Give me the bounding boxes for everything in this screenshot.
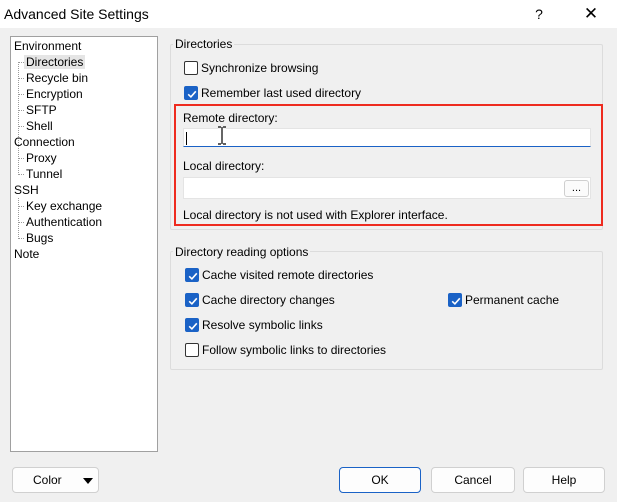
help-button[interactable]: Help [523, 467, 605, 493]
tree-item-proxy[interactable]: Proxy [24, 150, 59, 166]
local-directory-input[interactable] [183, 177, 591, 199]
follow-links-checkbox[interactable] [185, 343, 199, 357]
checkmark-icon [188, 272, 198, 281]
tree-item-recycle-bin[interactable]: Recycle bin [24, 70, 90, 86]
tree-item-encryption[interactable]: Encryption [24, 86, 85, 102]
local-directory-note: Local directory is not used with Explore… [183, 208, 448, 222]
directories-group-title: Directories [173, 37, 235, 51]
tree-item-directories[interactable]: Directories [24, 54, 86, 70]
remember-last-checkbox[interactable] [184, 86, 198, 100]
tree-item-ssh[interactable]: SSH [14, 182, 39, 198]
cache-changes-checkbox[interactable] [185, 293, 199, 307]
tree-item-key-exchange[interactable]: Key exchange [24, 198, 104, 214]
local-directory-label: Local directory: [183, 159, 265, 173]
text-cursor-icon [218, 126, 226, 145]
sync-browsing-label[interactable]: Synchronize browsing [201, 61, 318, 75]
tree-item-note[interactable]: Note [14, 246, 39, 262]
title-bar: Advanced Site Settings ? ✕ [0, 0, 617, 28]
color-button[interactable]: Color [12, 467, 99, 493]
follow-links-label[interactable]: Follow symbolic links to directories [202, 343, 386, 357]
resolve-links-label[interactable]: Resolve symbolic links [202, 318, 323, 332]
remote-directory-input[interactable] [183, 128, 591, 147]
tree-item-tunnel[interactable]: Tunnel [24, 166, 64, 182]
cache-visited-label[interactable]: Cache visited remote directories [202, 268, 373, 282]
close-icon[interactable]: ✕ [574, 0, 608, 28]
permanent-cache-checkbox[interactable] [448, 293, 462, 307]
settings-tree[interactable]: Environment Directories Recycle bin Encr… [10, 36, 158, 452]
tree-item-bugs[interactable]: Bugs [24, 230, 55, 246]
ok-button[interactable]: OK [339, 467, 421, 493]
checkmark-icon [188, 322, 198, 331]
checkmark-icon [187, 90, 197, 99]
dropdown-arrow-icon [83, 478, 93, 484]
checkmark-icon [451, 297, 461, 306]
reading-options-group-title: Directory reading options [173, 245, 311, 259]
remember-last-label[interactable]: Remember last used directory [201, 86, 361, 100]
checkmark-icon [188, 297, 198, 306]
resolve-links-checkbox[interactable] [185, 318, 199, 332]
tree-item-authentication[interactable]: Authentication [24, 214, 104, 230]
text-caret [186, 132, 187, 145]
tree-item-environment[interactable]: Environment [14, 38, 81, 54]
tree-item-sftp[interactable]: SFTP [24, 102, 59, 118]
cache-visited-checkbox[interactable] [185, 268, 199, 282]
remote-directory-label: Remote directory: [183, 111, 278, 125]
permanent-cache-label[interactable]: Permanent cache [465, 293, 559, 307]
tree-item-connection[interactable]: Connection [14, 134, 75, 150]
browse-button[interactable]: ... [564, 180, 589, 197]
cancel-button[interactable]: Cancel [431, 467, 515, 493]
sync-browsing-checkbox[interactable] [184, 61, 198, 75]
cache-changes-label[interactable]: Cache directory changes [202, 293, 335, 307]
window-title: Advanced Site Settings [4, 6, 149, 22]
tree-item-shell[interactable]: Shell [24, 118, 55, 134]
help-title-button[interactable]: ? [526, 0, 552, 28]
